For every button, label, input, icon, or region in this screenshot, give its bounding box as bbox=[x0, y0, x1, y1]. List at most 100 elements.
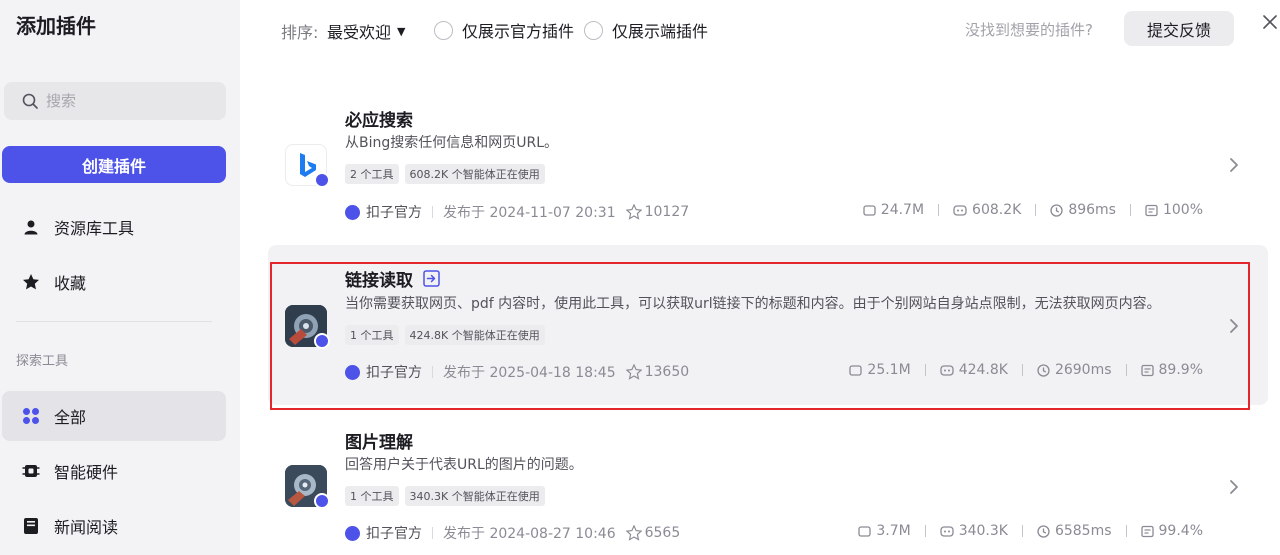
sidebar-item-news-reading[interactable]: 新闻阅读 bbox=[2, 501, 226, 551]
search-input[interactable] bbox=[46, 92, 206, 110]
toolbar: 排序: 最受欢迎 ▼ 仅展示官方插件 仅展示端插件 没找到想要的插件? 提交反馈 bbox=[240, 0, 1280, 56]
sidebar-item-library-tools[interactable]: 资源库工具 bbox=[2, 202, 226, 252]
divider bbox=[1021, 525, 1023, 537]
official-badge-icon bbox=[314, 493, 330, 509]
publisher-icon bbox=[345, 525, 360, 541]
divider bbox=[432, 527, 433, 539]
search-box[interactable] bbox=[4, 82, 226, 120]
sidebar-item-label: 新闻阅读 bbox=[54, 518, 119, 537]
divider bbox=[938, 204, 940, 216]
open-link-icon[interactable] bbox=[423, 270, 440, 287]
plugin-stats: 24.7M 608.2K 896ms 100% bbox=[863, 202, 1203, 218]
latency-value: 896ms bbox=[1068, 202, 1116, 218]
message-icon bbox=[1140, 364, 1154, 376]
chevron-right-icon[interactable] bbox=[1228, 157, 1240, 173]
plugin-meta: 扣子官方 发布于 2025-04-18 18:45 13650 bbox=[345, 362, 689, 382]
latency-stat: 896ms bbox=[1050, 202, 1116, 218]
divider bbox=[432, 206, 433, 218]
sidebar-item-label: 资源库工具 bbox=[54, 219, 135, 238]
usage-tag: 424.8K 个智能体正在使用 bbox=[404, 325, 545, 345]
plugin-description: 从Bing搜索任何信息和网页URL。 bbox=[345, 135, 559, 151]
sidebar-divider bbox=[16, 321, 212, 322]
star-count: 10127 bbox=[644, 204, 690, 220]
plugin-title: 链接读取 bbox=[345, 271, 413, 291]
close-icon[interactable] bbox=[1262, 14, 1278, 30]
plugin-title-row: 链接读取 bbox=[345, 266, 440, 291]
calls-value: 25.1M bbox=[867, 362, 911, 378]
star-icon bbox=[22, 273, 40, 291]
plugin-title: 图片理解 bbox=[345, 433, 413, 453]
success-stat: 99.4% bbox=[1140, 523, 1203, 539]
create-plugin-button[interactable]: 创建插件 bbox=[2, 146, 226, 183]
publisher-icon bbox=[345, 364, 360, 380]
star-icon bbox=[625, 204, 642, 220]
plugin-tags: 1 个工具 424.8K 个智能体正在使用 bbox=[345, 325, 545, 345]
clock-icon bbox=[1037, 363, 1050, 377]
star-icon bbox=[625, 525, 642, 541]
plugin-card[interactable]: 链接读取 当你需要获取网页、pdf 内容时，使用此工具，可以获取url链接下的标… bbox=[268, 245, 1268, 410]
calls-value: 24.7M bbox=[880, 202, 925, 218]
plugin-stats: 25.1M 424.8K 2690ms 89.9% bbox=[849, 362, 1203, 378]
calls-icon bbox=[863, 204, 876, 216]
not-found-text: 没找到想要的插件? bbox=[965, 21, 1093, 39]
calls-stat: 25.1M bbox=[849, 362, 911, 378]
latency-stat: 6585ms bbox=[1037, 523, 1112, 539]
plugin-card[interactable]: 必应搜索 从Bing搜索任何信息和网页URL。 2 个工具 608.2K 个智能… bbox=[268, 85, 1268, 245]
clock-icon bbox=[1037, 524, 1050, 538]
tool-count-tag: 2 个工具 bbox=[345, 164, 399, 184]
latency-value: 2690ms bbox=[1054, 362, 1112, 378]
sidebar-item-label: 全部 bbox=[54, 408, 87, 427]
book-icon bbox=[22, 517, 40, 535]
publish-date: 发布于 2025-04-18 18:45 bbox=[443, 365, 616, 381]
chevron-right-icon[interactable] bbox=[1228, 318, 1240, 334]
chevron-right-icon[interactable] bbox=[1228, 479, 1240, 495]
publish-date: 发布于 2024-11-07 20:31 bbox=[443, 205, 616, 221]
section-label-explore: 探索工具 bbox=[16, 354, 69, 369]
sidebar-item-smart-hardware[interactable]: 智能硬件 bbox=[2, 446, 226, 496]
success-value: 100% bbox=[1162, 202, 1203, 218]
star-icon bbox=[625, 364, 642, 380]
sidebar-item-all[interactable]: 全部 bbox=[2, 391, 226, 441]
plugin-card[interactable]: 图片理解 回答用户关于代表URL的图片的问题。 1 个工具 340.3K 个智能… bbox=[268, 407, 1268, 555]
plugin-meta: 扣子官方 发布于 2024-11-07 20:31 10127 bbox=[345, 202, 689, 222]
plugin-meta: 扣子官方 发布于 2024-08-27 10:46 6565 bbox=[345, 523, 680, 543]
plugin-description: 当你需要获取网页、pdf 内容时，使用此工具，可以获取url链接下的标题和内容。… bbox=[345, 296, 1161, 312]
divider bbox=[432, 366, 433, 378]
calls-icon bbox=[849, 364, 863, 376]
sidebar-item-favorites[interactable]: 收藏 bbox=[2, 257, 226, 307]
sort-label: 排序: bbox=[281, 23, 319, 42]
chip-icon bbox=[22, 462, 40, 480]
filter-official-label: 仅展示官方插件 bbox=[462, 22, 575, 41]
plugin-tags: 2 个工具 608.2K 个智能体正在使用 bbox=[345, 164, 545, 184]
calls-stat: 24.7M bbox=[863, 202, 924, 218]
bots-value: 608.2K bbox=[972, 202, 1022, 218]
user-icon bbox=[22, 218, 40, 236]
filter-official-radio[interactable]: 仅展示官方插件 bbox=[434, 18, 574, 42]
publisher-name: 扣子官方 bbox=[366, 205, 422, 221]
sort-value: 最受欢迎 bbox=[327, 23, 392, 42]
sidebar-title: 添加插件 bbox=[16, 14, 96, 38]
plugin-title: 必应搜索 bbox=[345, 111, 413, 131]
feedback-button[interactable]: 提交反馈 bbox=[1124, 11, 1234, 46]
clock-icon bbox=[1050, 203, 1063, 217]
calls-stat: 3.7M bbox=[858, 523, 911, 539]
bot-icon bbox=[953, 204, 967, 216]
tool-count-tag: 1 个工具 bbox=[345, 325, 399, 345]
sidebar-item-label: 收藏 bbox=[54, 274, 87, 293]
tool-count-tag: 1 个工具 bbox=[345, 486, 399, 506]
divider bbox=[924, 525, 926, 537]
usage-tag: 340.3K 个智能体正在使用 bbox=[404, 486, 545, 506]
divider bbox=[1125, 525, 1127, 537]
message-icon bbox=[1140, 525, 1154, 537]
divider bbox=[1129, 204, 1131, 216]
message-icon bbox=[1145, 204, 1158, 216]
publish-date: 发布于 2024-08-27 10:46 bbox=[443, 526, 616, 542]
bot-icon bbox=[940, 364, 954, 376]
sidebar-item-label: 智能硬件 bbox=[54, 463, 119, 482]
filter-device-radio[interactable]: 仅展示端插件 bbox=[584, 18, 708, 42]
success-stat: 100% bbox=[1145, 202, 1203, 218]
sort-dropdown[interactable]: 最受欢迎 ▼ bbox=[327, 19, 405, 43]
usage-tag: 608.2K 个智能体正在使用 bbox=[404, 164, 545, 184]
radio-circle bbox=[584, 20, 603, 40]
success-value: 99.4% bbox=[1158, 523, 1203, 539]
